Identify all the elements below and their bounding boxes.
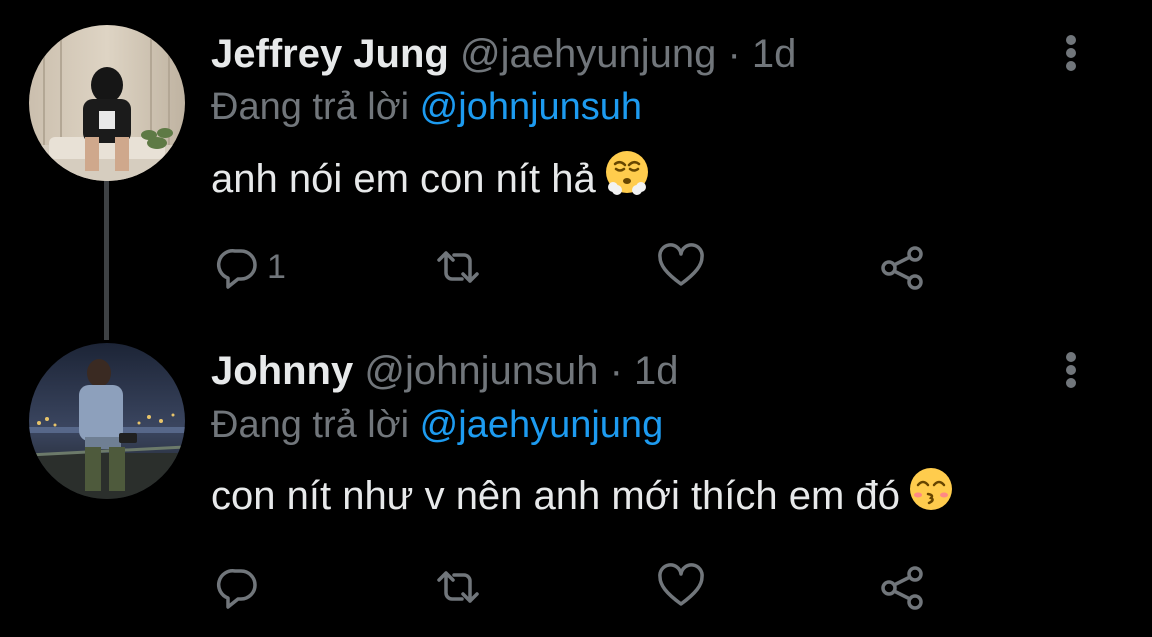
kissing-face-with-smiling-eyes-icon xyxy=(908,466,954,523)
tweet-text: con nít như v nên anh mới thích em đó xyxy=(211,474,900,518)
display-name[interactable]: Johnny xyxy=(211,349,353,393)
replying-to-line: Đang trả lời @jaehyunjung xyxy=(211,402,663,448)
tweet-text: anh nói em con nít hả xyxy=(211,157,596,201)
separator-dot: · xyxy=(609,349,623,393)
replying-prefix: Đang trả lời xyxy=(211,86,410,128)
tweet-body: con nít như v nên anh mới thích em đó xyxy=(211,467,954,523)
tweet-jeffrey[interactable]: Jeffrey Jung @jaehyunjung · 1d Đang trả … xyxy=(0,0,1152,330)
replying-prefix: Đang trả lời xyxy=(211,404,410,446)
display-name[interactable]: Jeffrey Jung xyxy=(211,32,449,76)
like-button[interactable] xyxy=(656,562,710,612)
tweet-header: Jeffrey Jung @jaehyunjung · 1d xyxy=(211,30,796,78)
share-button[interactable] xyxy=(878,562,928,612)
timestamp[interactable]: 1d xyxy=(752,32,797,76)
replying-to-line: Đang trả lời @johnjunsuh xyxy=(211,84,642,130)
tweet-header: Johnny @johnjunsuh · 1d xyxy=(211,347,679,395)
user-handle[interactable]: @johnjunsuh xyxy=(364,349,598,393)
retweet-button[interactable] xyxy=(433,562,487,612)
timestamp[interactable]: 1d xyxy=(634,349,679,393)
heart-icon xyxy=(658,243,704,286)
share-icon xyxy=(881,246,923,290)
reply-count: 1 xyxy=(267,247,286,286)
retweet-icon xyxy=(437,571,479,603)
replying-mention[interactable]: @johnjunsuh xyxy=(420,86,642,128)
reply-icon xyxy=(216,249,257,289)
separator-dot: · xyxy=(727,32,741,76)
reply-icon xyxy=(216,569,257,609)
avatar-johnny[interactable] xyxy=(29,343,185,499)
more-options-icon[interactable] xyxy=(1060,350,1082,390)
avatar-jeffrey[interactable] xyxy=(29,25,185,181)
face-with-steam-from-nose-icon xyxy=(604,149,650,206)
share-icon xyxy=(881,566,923,610)
replying-mention[interactable]: @jaehyunjung xyxy=(420,404,664,446)
reply-button[interactable] xyxy=(213,562,267,612)
retweet-icon xyxy=(437,251,479,283)
user-handle[interactable]: @jaehyunjung xyxy=(460,32,716,76)
tweet-johnny[interactable]: Johnny @johnjunsuh · 1d Đang trả lời @ja… xyxy=(0,330,1152,637)
retweet-button[interactable] xyxy=(433,242,487,292)
tweet-body: anh nói em con nít hả xyxy=(211,150,650,206)
share-button[interactable] xyxy=(878,242,928,292)
reply-button[interactable]: 1 xyxy=(213,242,286,292)
more-options-icon[interactable] xyxy=(1060,33,1082,73)
like-button[interactable] xyxy=(656,242,710,292)
heart-icon xyxy=(658,563,704,606)
